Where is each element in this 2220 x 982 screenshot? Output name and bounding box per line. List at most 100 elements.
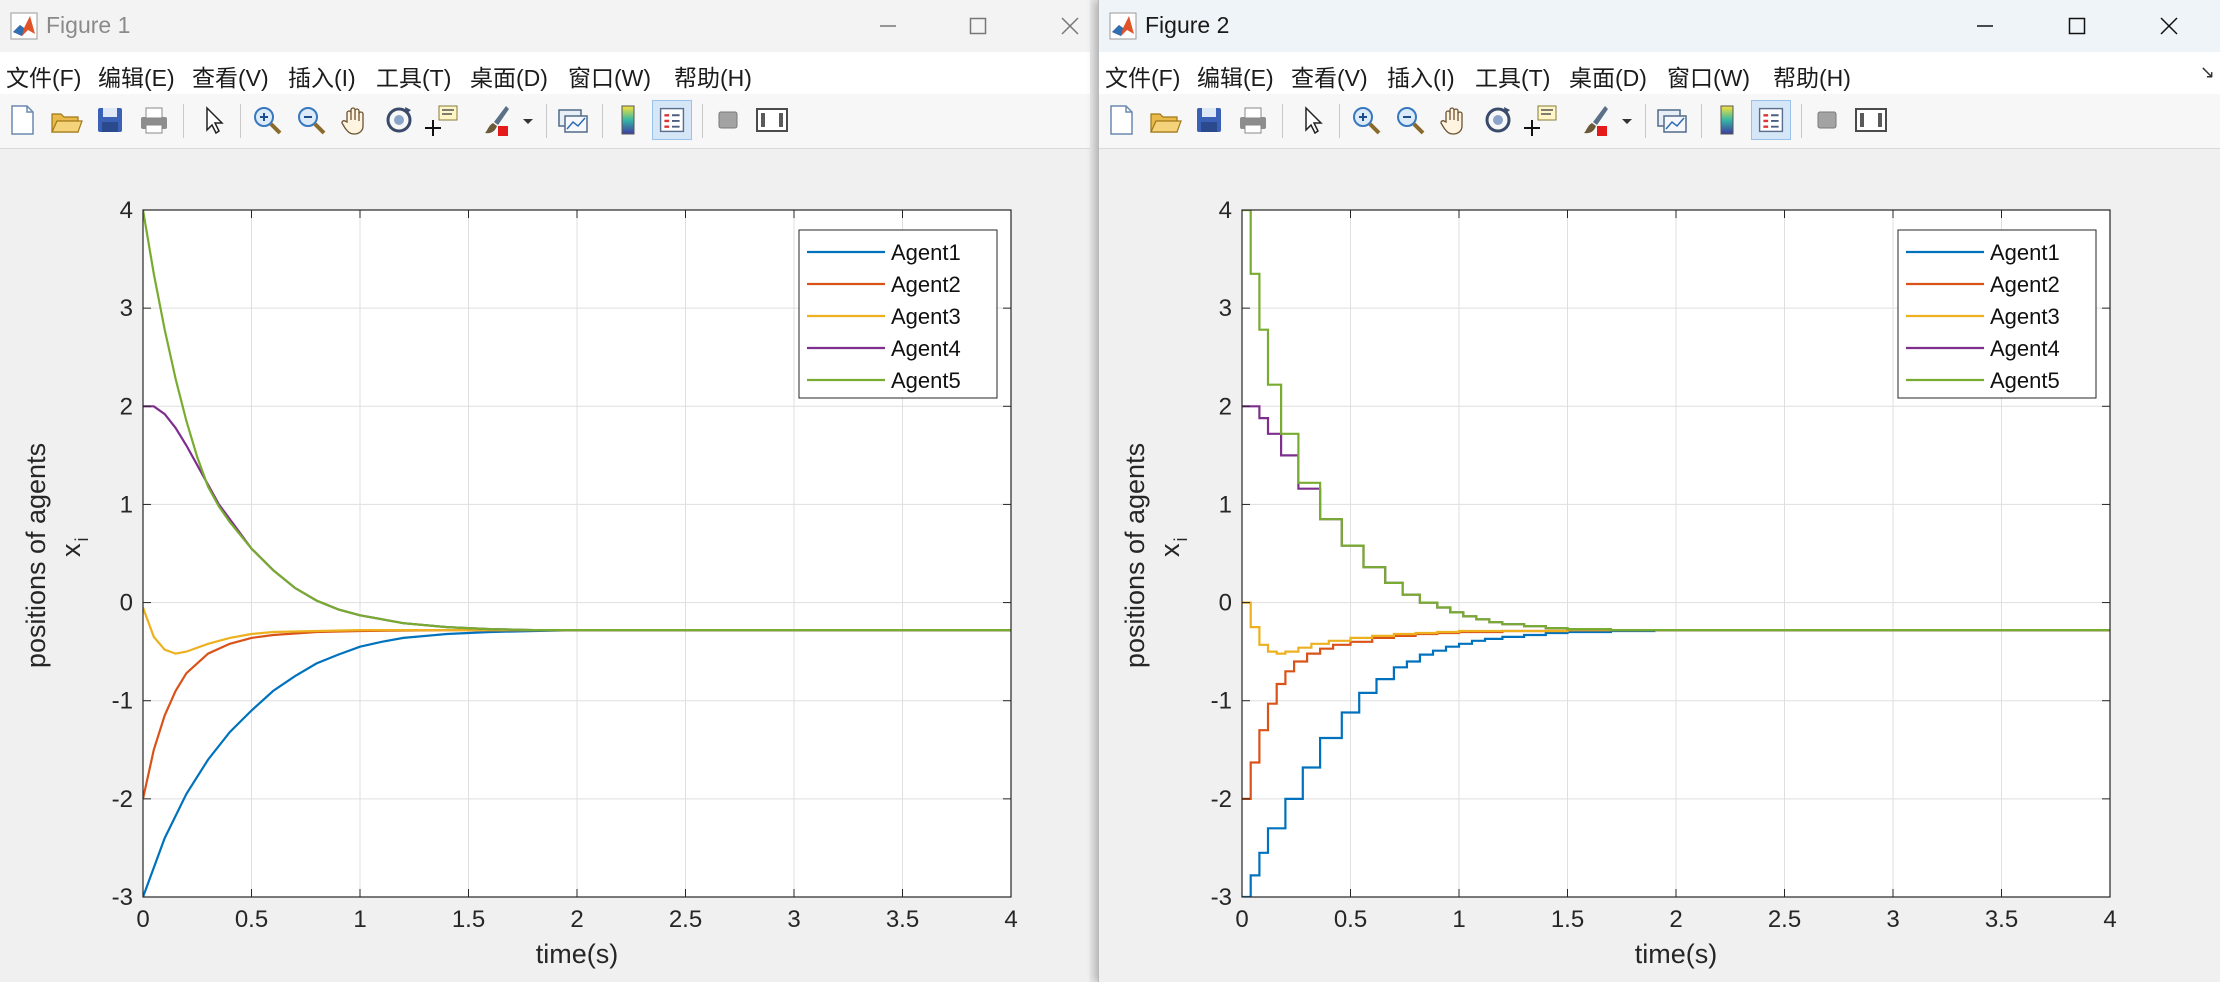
pan-hand-icon[interactable] xyxy=(1434,100,1474,140)
minimize-button[interactable] xyxy=(1955,6,2015,46)
open-file-icon[interactable] xyxy=(46,100,86,140)
close-button[interactable] xyxy=(2139,6,2199,46)
menu-file[interactable]: 文件(F) xyxy=(1105,59,1180,93)
x-tick-label: 3.5 xyxy=(886,906,919,933)
show-plot-tools-icon[interactable] xyxy=(1851,100,1891,140)
colorbar-icon[interactable] xyxy=(1707,100,1747,140)
figure-window-1: Figure 1 文件(F) 编辑(E) 查看(V) 插入(I) 工具(T) 桌… xyxy=(0,0,1090,982)
window-title: Figure 2 xyxy=(1145,12,1230,38)
new-figure-icon[interactable] xyxy=(1101,100,1141,140)
legend-label: Agent3 xyxy=(891,304,961,329)
data-cursor-icon[interactable] xyxy=(1522,100,1562,140)
x-tick-label: 3.5 xyxy=(1985,906,2018,933)
print-icon[interactable] xyxy=(134,100,174,140)
minimize-button[interactable] xyxy=(858,6,918,46)
menu-view[interactable]: 查看(V) xyxy=(1291,59,1368,93)
y-tick-label: -1 xyxy=(1211,688,1232,715)
x-tick-label: 2 xyxy=(1669,906,1682,933)
data-cursor-icon[interactable] xyxy=(423,100,463,140)
maximize-button[interactable] xyxy=(2047,6,2107,46)
close-button[interactable] xyxy=(1040,6,1090,46)
brush-dropdown-icon[interactable] xyxy=(516,100,540,140)
menu-tools[interactable]: 工具(T) xyxy=(376,59,451,93)
title-bar[interactable]: Figure 1 xyxy=(0,0,1090,52)
x-tick-label: 2.5 xyxy=(1768,906,1801,933)
menu-insert[interactable]: 插入(I) xyxy=(288,59,356,93)
show-plot-tools-icon[interactable] xyxy=(752,100,792,140)
x-tick-label: 1 xyxy=(1452,906,1465,933)
menu-file[interactable]: 文件(F) xyxy=(6,59,81,93)
zoom-in-icon[interactable] xyxy=(1346,100,1386,140)
y-tick-label: 1 xyxy=(1219,491,1232,518)
open-file-icon[interactable] xyxy=(1145,100,1185,140)
rotate-3d-icon[interactable] xyxy=(1478,100,1518,140)
minimize-icon xyxy=(880,25,896,27)
legend-label: Agent5 xyxy=(891,368,961,393)
menu-edit[interactable]: 编辑(E) xyxy=(98,59,175,93)
menu-view[interactable]: 查看(V) xyxy=(192,59,269,93)
save-icon[interactable] xyxy=(1189,100,1229,140)
x-tick-label: 0 xyxy=(136,906,149,933)
y-axis-symbol-index: i xyxy=(1171,538,1191,542)
menu-bar: 文件(F) 编辑(E) 查看(V) 插入(I) 工具(T) 桌面(D) 窗口(W… xyxy=(1099,52,2220,94)
x-tick-label: 0 xyxy=(1235,906,1248,933)
dock-arrow-icon[interactable]: ↘ xyxy=(2200,62,2215,83)
pan-hand-icon[interactable] xyxy=(335,100,375,140)
menu-window[interactable]: 窗口(W) xyxy=(568,59,651,93)
maximize-button[interactable] xyxy=(948,6,1008,46)
figure-canvas[interactable]: 0 0.5 1 1.5 2 2.5 3 3.5 4 -3 -2 -1 0 1 2 3 4 time(s) posit… xyxy=(1099,149,2220,982)
new-figure-icon[interactable] xyxy=(2,100,42,140)
menu-desktop[interactable]: 桌面(D) xyxy=(470,59,548,93)
x-tick-label: 3 xyxy=(787,906,800,933)
select-arrow-icon[interactable] xyxy=(193,100,233,140)
link-plot-icon[interactable] xyxy=(1652,100,1692,140)
menu-bar: 文件(F) 编辑(E) 查看(V) 插入(I) 工具(T) 桌面(D) 窗口(W… xyxy=(0,52,1090,94)
toolbar-separator xyxy=(702,104,703,138)
legend-icon[interactable] xyxy=(1751,100,1791,140)
hide-plot-tools-icon[interactable] xyxy=(708,100,748,140)
brush-icon[interactable] xyxy=(476,100,516,140)
y-tick-label: 1 xyxy=(120,491,133,518)
save-icon[interactable] xyxy=(90,100,130,140)
menu-window[interactable]: 窗口(W) xyxy=(1667,59,1750,93)
y-axis-symbol: xi xyxy=(56,538,92,558)
x-tick-label: 0.5 xyxy=(1334,906,1367,933)
x-tick-label: 0.5 xyxy=(235,906,268,933)
print-icon[interactable] xyxy=(1233,100,1273,140)
y-tick-label: -3 xyxy=(112,884,133,911)
zoom-in-icon[interactable] xyxy=(247,100,287,140)
legend-label: Agent4 xyxy=(891,336,961,361)
menu-tools[interactable]: 工具(T) xyxy=(1475,59,1550,93)
hide-plot-tools-icon[interactable] xyxy=(1807,100,1847,140)
legend-label: Agent5 xyxy=(1990,368,2060,393)
toolbar-separator xyxy=(602,104,603,138)
x-tick-label: 1.5 xyxy=(1551,906,1584,933)
menu-help[interactable]: 帮助(H) xyxy=(1773,59,1851,93)
legend-icon[interactable] xyxy=(652,100,692,140)
toolbar-separator xyxy=(1801,104,1802,138)
x-axis-label: time(s) xyxy=(536,939,619,969)
figure-toolbar xyxy=(1099,94,2220,149)
x-tick-label: 4 xyxy=(1004,906,1017,933)
select-arrow-icon[interactable] xyxy=(1292,100,1332,140)
close-icon xyxy=(1061,17,1079,35)
brush-icon[interactable] xyxy=(1575,100,1615,140)
y-axis-symbol-index: i xyxy=(72,538,92,542)
link-plot-icon[interactable] xyxy=(553,100,593,140)
y-tick-label: 4 xyxy=(1219,197,1232,224)
zoom-out-icon[interactable] xyxy=(1390,100,1430,140)
legend-label: Agent1 xyxy=(891,240,961,265)
figure-canvas[interactable]: 0 0.5 1 1.5 2 2.5 3 3.5 4 -3 -2 -1 0 1 2 3 4 time(s) posit… xyxy=(0,149,1090,982)
menu-insert[interactable]: 插入(I) xyxy=(1387,59,1455,93)
menu-desktop[interactable]: 桌面(D) xyxy=(1569,59,1647,93)
maximize-icon xyxy=(2068,17,2086,35)
menu-help[interactable]: 帮助(H) xyxy=(674,59,752,93)
legend-label: Agent2 xyxy=(891,272,961,297)
brush-dropdown-icon[interactable] xyxy=(1615,100,1639,140)
rotate-3d-icon[interactable] xyxy=(379,100,419,140)
title-bar[interactable]: Figure 2 xyxy=(1099,0,2220,52)
menu-edit[interactable]: 编辑(E) xyxy=(1197,59,1274,93)
y-tick-label: -2 xyxy=(112,786,133,813)
zoom-out-icon[interactable] xyxy=(291,100,331,140)
colorbar-icon[interactable] xyxy=(608,100,648,140)
